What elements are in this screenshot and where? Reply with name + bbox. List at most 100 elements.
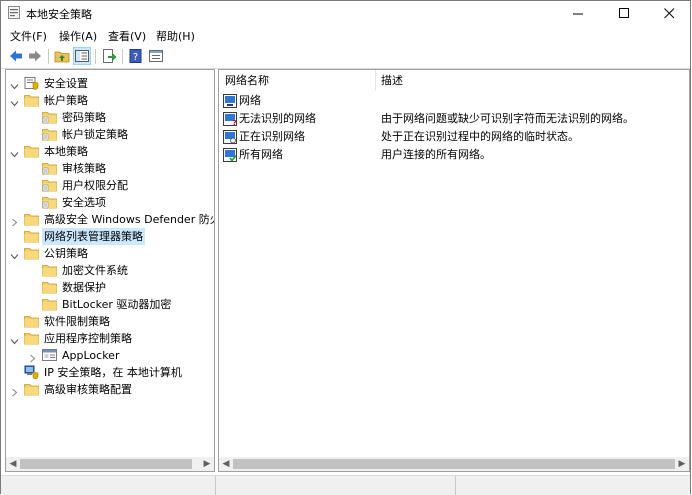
folder-icon xyxy=(24,144,39,158)
unidentified-network-icon: ? xyxy=(223,112,237,127)
network-name: 网络 xyxy=(239,94,261,107)
folder-icon xyxy=(42,263,57,277)
maximize-icon xyxy=(618,7,629,18)
collapse-toggle[interactable] xyxy=(10,249,19,260)
chevron-right-icon xyxy=(30,354,36,363)
status-bar xyxy=(1,475,690,495)
menu-action[interactable]: 操作(A) xyxy=(59,28,97,44)
forward-arrow-icon xyxy=(29,50,41,62)
collapse-toggle[interactable] xyxy=(10,147,19,158)
expand-toggle[interactable] xyxy=(10,385,19,397)
status-cell xyxy=(455,476,576,495)
list-item[interactable]: 所有网络 用户连接的所有网络。 xyxy=(223,146,683,164)
back-arrow-icon xyxy=(10,50,22,62)
scroll-right-icon[interactable]: ▶ xyxy=(677,459,687,469)
policy-folder-icon xyxy=(42,178,57,192)
tree-node-label: BitLocker 驱动器加密 xyxy=(62,298,172,311)
folder-icon xyxy=(24,93,39,107)
chevron-right-icon xyxy=(12,388,18,397)
result-list-pane[interactable]: 网络名称 描述 网络 ? 无法识别的网络 由于网络问题或缺少可识别字符而无法识别的网络… xyxy=(218,69,690,472)
collapse-toggle[interactable] xyxy=(10,79,19,90)
tree-node-label: 帐户锁定策略 xyxy=(62,128,128,141)
chevron-right-icon xyxy=(12,218,18,227)
folder-icon xyxy=(24,246,39,260)
export-list-button[interactable] xyxy=(101,48,117,64)
toolbar: ? xyxy=(1,44,690,69)
menu-view[interactable]: 查看(V) xyxy=(108,28,146,44)
network-name: 所有网络 xyxy=(239,148,283,161)
collapse-toggle[interactable] xyxy=(10,96,19,107)
column-header-network-name[interactable]: 网络名称 xyxy=(225,72,269,88)
scroll-thumb[interactable] xyxy=(233,459,675,469)
svg-text:?: ? xyxy=(233,119,237,126)
tree-node-label: 用户权限分配 xyxy=(62,179,128,192)
tree-node-label: 高级审核策略配置 xyxy=(44,383,132,396)
toolbar-separator xyxy=(95,49,96,64)
expand-toggle[interactable] xyxy=(28,351,37,363)
close-icon xyxy=(663,7,674,18)
network-icon xyxy=(223,94,237,108)
tree-node-label: 软件限制策略 xyxy=(44,315,110,328)
policy-folder-icon xyxy=(42,195,57,209)
list-horizontal-scrollbar[interactable]: ◀ ▶ xyxy=(219,457,689,471)
list-item[interactable]: 正在识别网络 处于正在识别过程中的网络的临时状态。 xyxy=(223,128,683,146)
toolbar-separator xyxy=(122,49,123,64)
menu-file[interactable]: 文件(F) xyxy=(10,28,47,44)
tree-horizontal-scrollbar[interactable]: ◀ ▶ xyxy=(6,457,214,471)
column-header-description[interactable]: 描述 xyxy=(381,72,403,88)
policy-folder-icon xyxy=(42,127,57,141)
folder-icon xyxy=(42,297,57,311)
forward-button[interactable] xyxy=(27,48,43,64)
window-title: 本地安全策略 xyxy=(26,8,92,21)
tree-node-label: 高级安全 Windows Defender 防火墙 xyxy=(44,213,215,226)
back-button[interactable] xyxy=(8,48,24,64)
properties-icon xyxy=(149,50,163,62)
folder-icon xyxy=(24,382,39,396)
close-button[interactable] xyxy=(646,1,692,25)
folder-icon xyxy=(24,331,39,345)
tree-node-label: 公钥策略 xyxy=(44,247,88,260)
tree-node-label: AppLocker xyxy=(62,349,120,362)
column-divider[interactable] xyxy=(375,70,376,90)
list-item[interactable]: ? 无法识别的网络 由于网络问题或缺少可识别字符而无法识别的网络。 xyxy=(223,110,683,128)
expand-toggle[interactable] xyxy=(10,215,19,227)
tree-node-label: 安全设置 xyxy=(44,77,88,90)
tree-node-label: 帐户策略 xyxy=(44,94,88,107)
minimize-icon xyxy=(572,13,583,14)
scroll-thumb[interactable] xyxy=(20,459,192,469)
network-description: 处于正在识别过程中的网络的临时状态。 xyxy=(381,130,579,143)
show-hide-tree-button[interactable] xyxy=(73,47,91,65)
tree-node-label: 加密文件系统 xyxy=(62,264,128,277)
tree-node-label: 数据保护 xyxy=(62,281,106,294)
all-networks-icon xyxy=(223,148,237,162)
tree-node-label: 安全选项 xyxy=(62,196,106,209)
identifying-network-icon xyxy=(223,130,237,144)
chevron-down-icon xyxy=(10,339,19,345)
chevron-down-icon xyxy=(10,84,19,90)
up-level-button[interactable] xyxy=(54,48,70,64)
console-tree-pane[interactable]: 安全设置 帐户策略 密码策略 帐户锁定策略 本地策略 审核策略 用户权限分配 安全选项 高级安全… xyxy=(5,69,215,472)
tree-node-label: 应用程序控制策略 xyxy=(44,332,132,345)
maximize-button[interactable] xyxy=(601,1,647,25)
network-name: 无法识别的网络 xyxy=(239,112,316,125)
help-book-icon: ? xyxy=(129,49,142,63)
toolbar-separator xyxy=(48,49,49,64)
tree-node-label: 密码策略 xyxy=(62,111,106,124)
properties-button[interactable] xyxy=(148,48,164,64)
title-bar[interactable]: 本地安全策略 xyxy=(1,1,690,25)
collapse-toggle[interactable] xyxy=(10,334,19,345)
security-settings-icon xyxy=(24,76,39,90)
help-button[interactable]: ? xyxy=(128,48,144,64)
scroll-right-icon[interactable]: ▶ xyxy=(202,459,212,469)
app-icon xyxy=(8,6,20,19)
scroll-left-icon[interactable]: ◀ xyxy=(8,459,18,469)
folder-icon xyxy=(42,280,57,294)
scroll-left-icon[interactable]: ◀ xyxy=(221,459,231,469)
network-name: 正在识别网络 xyxy=(239,130,305,143)
export-icon xyxy=(103,49,117,63)
tree-node-label: 审核策略 xyxy=(62,162,106,175)
menu-help[interactable]: 帮助(H) xyxy=(156,28,195,44)
list-item[interactable]: 网络 xyxy=(223,92,683,110)
tree-node-label: 网络列表管理器策略 xyxy=(42,228,145,245)
minimize-button[interactable] xyxy=(555,1,601,25)
